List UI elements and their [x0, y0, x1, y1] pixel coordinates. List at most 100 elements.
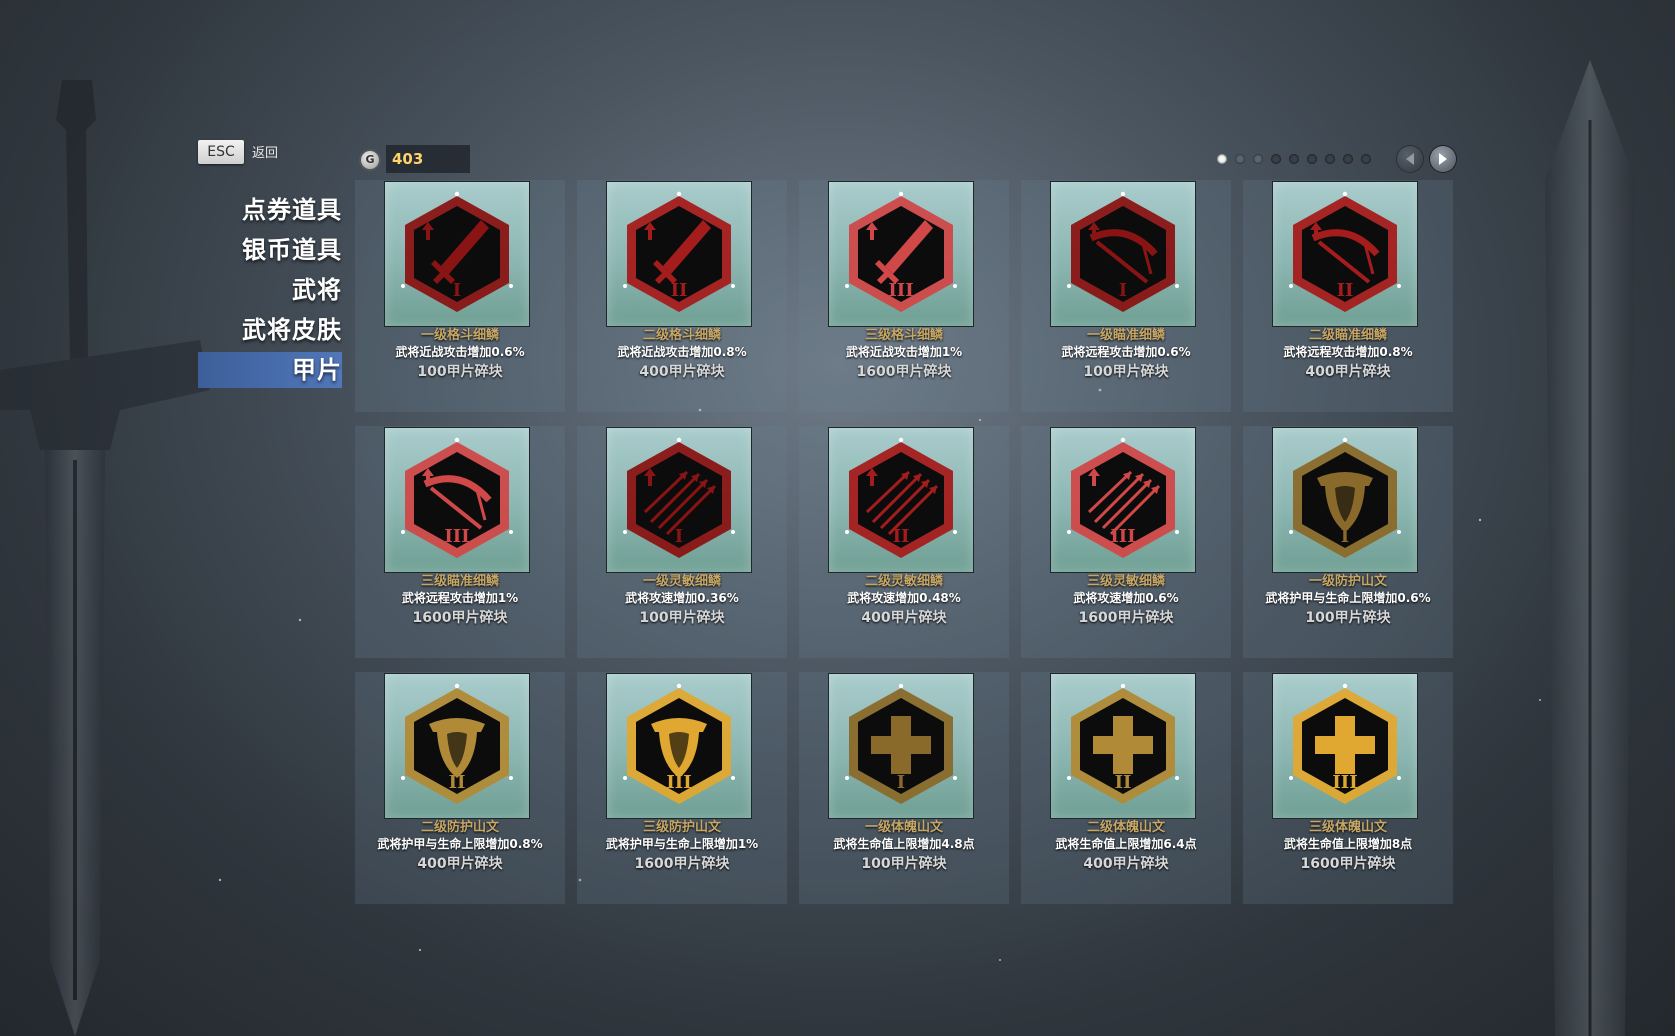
item-icon-frame[interactable]: III — [1273, 674, 1417, 818]
next-page-button[interactable] — [1430, 146, 1456, 172]
decorative-sword-left-icon — [0, 80, 210, 1036]
item-name: 二级格斗细鳞 — [642, 328, 721, 343]
item-icon-frame[interactable]: III — [829, 182, 973, 326]
sidebar-item-general-skins[interactable]: 武将皮肤 — [198, 310, 342, 350]
svg-text:II: II — [893, 526, 910, 547]
svg-text:II: II — [671, 280, 688, 301]
item-name: 二级灵敏细鳞 — [864, 574, 943, 589]
shop-item-card[interactable]: III 三级灵敏细鳞 武将攻速增加0.6% 1600甲片碎块 — [1021, 426, 1231, 658]
item-description: 武将远程攻击增加0.8% — [1283, 345, 1413, 359]
item-name: 一级防护山文 — [1308, 574, 1387, 589]
sword-icon: I — [401, 191, 513, 312]
item-icon-frame[interactable]: II — [385, 674, 529, 818]
item-description: 武将生命值上限增加4.8点 — [833, 837, 975, 851]
item-description: 武将生命值上限增加8点 — [1283, 837, 1413, 851]
shop-item-card[interactable]: II 二级瞄准细鳞 武将远程攻击增加0.8% 400甲片碎块 — [1243, 180, 1453, 412]
page-dot[interactable] — [1217, 154, 1227, 164]
sword-icon: II — [623, 191, 735, 312]
arrows-icon: I — [623, 437, 735, 558]
shop-item-card[interactable]: I 一级格斗细鳞 武将近战攻击增加0.6% 100甲片碎块 — [355, 180, 565, 412]
page-dot[interactable] — [1307, 154, 1317, 164]
item-cost: 1600甲片碎块 — [412, 610, 508, 626]
shop-item-card[interactable]: I 一级瞄准细鳞武将远程攻击增加0.6% 100甲片碎块 — [1021, 180, 1231, 412]
shop-item-card[interactable]: III 三级瞄准细鳞 武将远程攻击增加1% 1600甲片碎块 — [355, 426, 565, 658]
item-cost: 1600甲片碎块 — [1300, 856, 1396, 872]
shop-item-card[interactable]: II 二级防护山文 武将护甲与生命上限增加0.8% 400甲片碎块 — [355, 672, 565, 904]
item-icon-frame[interactable]: II — [607, 182, 751, 326]
item-cost: 1600甲片碎块 — [856, 364, 952, 380]
svg-text:II: II — [449, 772, 466, 793]
item-icon-frame[interactable]: II — [1051, 674, 1195, 818]
item-icon-frame[interactable]: II — [829, 428, 973, 572]
shop-item-card[interactable]: I 一级灵敏细鳞武将攻速增加0.36% 100甲片碎块 — [577, 426, 787, 658]
item-cost: 100甲片碎块 — [639, 610, 725, 626]
category-sidebar: 点券道具 银币道具 武将 武将皮肤 甲片 — [198, 190, 342, 388]
item-icon-frame[interactable]: I — [1273, 428, 1417, 572]
item-icon-frame[interactable]: I — [385, 182, 529, 326]
currency-amount: 403 — [386, 145, 470, 173]
shop-item-card[interactable]: I 一级体魄山文 武将生命值上限增加4.8点 100甲片碎块 — [799, 672, 1009, 904]
item-name: 一级格斗细鳞 — [420, 328, 499, 343]
item-description: 武将远程攻击增加1% — [401, 591, 519, 605]
shop-item-card[interactable]: II 二级格斗细鳞 武将近战攻击增加0.8% 400甲片碎块 — [577, 180, 787, 412]
esc-key-button[interactable]: ESC — [198, 140, 244, 164]
item-description: 武将生命值上限增加6.4点 — [1055, 837, 1197, 851]
item-description: 武将攻速增加0.36% — [625, 591, 739, 605]
item-description: 武将攻速增加0.6% — [1073, 591, 1179, 605]
sidebar-item-voucher-items[interactable]: 点券道具 — [198, 190, 342, 230]
sidebar-item-generals[interactable]: 武将 — [198, 270, 342, 310]
page-dot[interactable] — [1289, 154, 1299, 164]
crossbow-icon: I — [1067, 191, 1179, 312]
item-description: 武将护甲与生命上限增加0.8% — [377, 837, 543, 851]
item-icon-frame[interactable]: I — [1051, 182, 1195, 326]
svg-text:I: I — [453, 280, 461, 301]
sidebar-item-armor-plates[interactable]: 甲片 — [198, 352, 342, 388]
arrows-icon: III — [1067, 437, 1179, 558]
shop-item-card[interactable]: II 二级灵敏细鳞武将攻速增加0.48% 400甲片碎块 — [799, 426, 1009, 658]
page-dot[interactable] — [1325, 154, 1335, 164]
page-dot[interactable] — [1253, 154, 1263, 164]
page-dot[interactable] — [1271, 154, 1281, 164]
sidebar-item-silver-items[interactable]: 银币道具 — [198, 230, 342, 270]
item-name: 三级体魄山文 — [1308, 820, 1387, 835]
item-icon-frame[interactable]: III — [607, 674, 751, 818]
shop-item-card[interactable]: II 二级体魄山文武将生命值上限增加6.4点 400甲片碎块 — [1021, 672, 1231, 904]
item-icon-frame[interactable]: III — [1051, 428, 1195, 572]
shop-item-card[interactable]: III 三级格斗细鳞 武将近战攻击增加1% 1600甲片碎块 — [799, 180, 1009, 412]
cross-icon: III — [1289, 683, 1401, 804]
shield-icon: I — [1289, 437, 1401, 558]
item-icon-frame[interactable]: I — [829, 674, 973, 818]
item-grid: I 一级格斗细鳞 武将近战攻击增加0.6% 100甲片碎块 II 二级格斗细鳞 武将近… — [355, 180, 1455, 904]
item-cost: 400甲片碎块 — [861, 610, 947, 626]
item-icon-frame[interactable]: I — [607, 428, 751, 572]
page-dot[interactable] — [1235, 154, 1245, 164]
item-cost: 100甲片碎块 — [861, 856, 947, 872]
item-icon-frame[interactable]: III — [385, 428, 529, 572]
item-icon-frame[interactable]: II — [1273, 182, 1417, 326]
shop-item-card[interactable]: III 三级体魄山文武将生命值上限增加8点 1600甲片碎块 — [1243, 672, 1453, 904]
page-dot[interactable] — [1343, 154, 1353, 164]
item-name: 三级防护山文 — [642, 820, 721, 835]
back-label[interactable]: 返回 — [252, 142, 278, 161]
item-cost: 100甲片碎块 — [1083, 364, 1169, 380]
shop-item-card[interactable]: III 三级防护山文 武将护甲与生命上限增加1% 1600甲片碎块 — [577, 672, 787, 904]
decorative-sword-right-icon — [1545, 60, 1635, 1036]
item-name: 一级瞄准细鳞 — [1086, 328, 1165, 343]
item-name: 一级灵敏细鳞 — [642, 574, 721, 589]
sword-icon: III — [845, 191, 957, 312]
shop-item-card[interactable]: I 一级防护山文 武将护甲与生命上限增加0.6% 100甲片碎块 — [1243, 426, 1453, 658]
item-name: 二级体魄山文 — [1086, 820, 1165, 835]
item-cost: 400甲片碎块 — [1305, 364, 1391, 380]
item-description: 武将远程攻击增加0.6% — [1061, 345, 1191, 359]
item-description: 武将近战攻击增加0.8% — [617, 345, 747, 359]
page-dot[interactable] — [1361, 154, 1371, 164]
item-name: 三级格斗细鳞 — [864, 328, 943, 343]
previous-page-button[interactable] — [1397, 146, 1423, 172]
cross-icon: II — [1067, 683, 1179, 804]
item-description: 武将攻速增加0.48% — [847, 591, 961, 605]
svg-text:I: I — [1341, 526, 1349, 547]
svg-text:II: II — [1337, 280, 1354, 301]
item-description: 武将近战攻击增加0.6% — [395, 345, 525, 359]
crossbow-icon: II — [1289, 191, 1401, 312]
item-cost: 400甲片碎块 — [1083, 856, 1169, 872]
